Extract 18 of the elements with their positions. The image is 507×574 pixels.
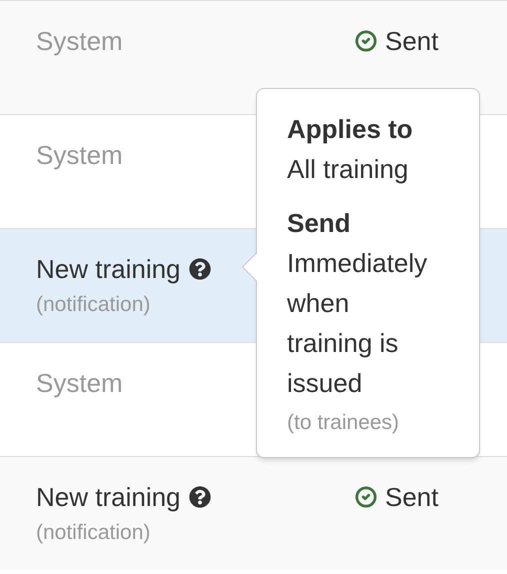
row-label: System [36, 25, 123, 58]
row-label: New training [36, 253, 181, 286]
tooltip-text: All training [287, 153, 410, 186]
table-row[interactable]: New training (notification) Sent [0, 456, 507, 570]
row-label: System [36, 139, 123, 172]
check-icon [355, 486, 377, 508]
status-text: Sent [385, 480, 438, 514]
help-icon[interactable] [188, 486, 211, 508]
help-icon[interactable] [188, 258, 211, 280]
tooltip-note: (to trainees) [287, 410, 400, 436]
tooltip-heading: Applies to [287, 113, 413, 146]
status-text: Sent [385, 24, 438, 58]
row-label: System [36, 367, 123, 400]
check-icon [355, 30, 377, 52]
row-sublabel: (notification) [36, 292, 150, 318]
row-label: New training [36, 481, 181, 514]
table-row[interactable]: System Sent [0, 0, 507, 114]
row-sublabel: (notification) [36, 520, 150, 546]
